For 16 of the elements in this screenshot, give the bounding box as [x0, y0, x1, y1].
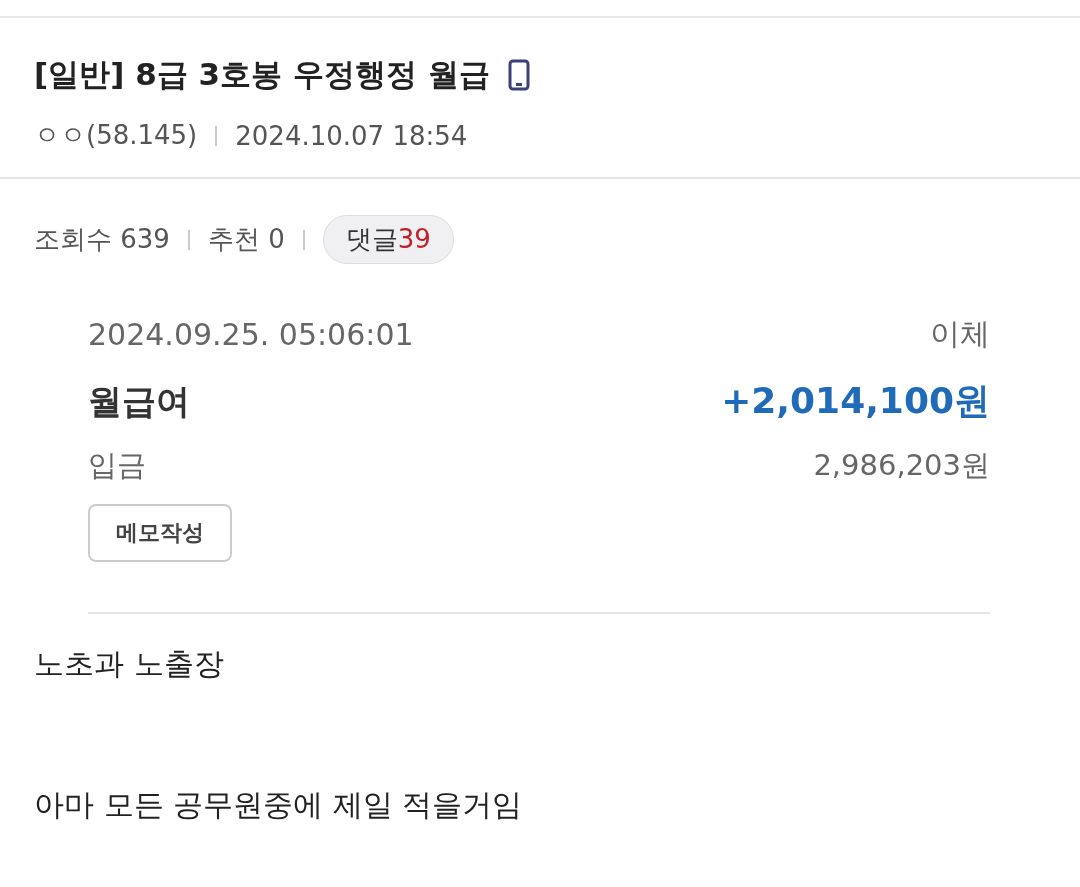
balance-amount: 2,986,203원: [813, 447, 990, 484]
transaction-category: 입금: [88, 447, 146, 484]
author-name: ㅇㅇ(58.145): [34, 119, 198, 152]
body-text: 노초과 노출장: [34, 645, 225, 683]
transaction-datetime: 2024.09.25. 05:06:01: [88, 317, 414, 352]
post-title: [일반] 8급 3호봉 우정행정 월급: [34, 55, 490, 94]
transaction-name: 월급여: [88, 379, 190, 423]
transaction-type: 이체: [930, 315, 990, 353]
transaction-amount: +2,014,100원: [721, 379, 990, 423]
post-date: 2024.10.07 18:54: [235, 120, 468, 151]
comments-button[interactable]: 댓글39: [322, 215, 454, 264]
view-count: 조회수 639: [34, 223, 170, 256]
memo-button[interactable]: 메모작성: [88, 504, 232, 562]
recommend-count: 추천 0: [207, 223, 285, 256]
phone-icon: [507, 59, 530, 91]
body-text: 아마 모든 공무원중에 제일 적을거임: [34, 786, 524, 824]
